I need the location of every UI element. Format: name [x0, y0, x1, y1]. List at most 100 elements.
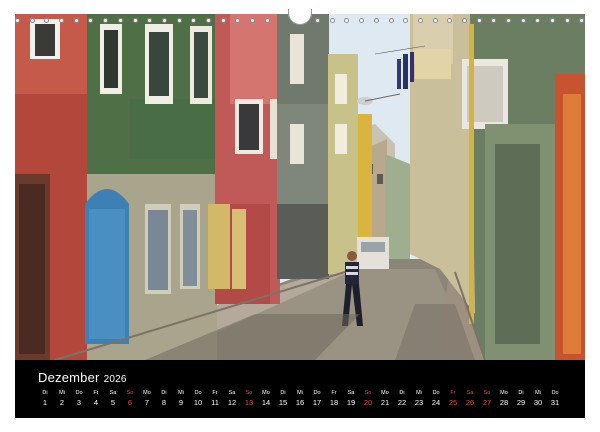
day-cell: Mo 21 — [377, 389, 393, 415]
day-number: 4 — [93, 398, 99, 407]
binding-ring-icon — [344, 17, 350, 23]
day-cell: Fr 25 — [445, 389, 461, 415]
day-cell: Mo 28 — [496, 389, 512, 415]
day-cell: Mo 14 — [258, 389, 274, 415]
day-number: 6 — [127, 398, 133, 407]
month-title: Dezember 2026 — [38, 370, 127, 385]
day-cell: Di 1 — [37, 389, 53, 415]
day-cell: Do 17 — [309, 389, 325, 415]
day-number: 9 — [178, 398, 184, 407]
day-number: 31 — [550, 398, 560, 407]
weekday-label: Fr — [212, 390, 218, 396]
weekday-label: Fr — [93, 390, 99, 396]
day-number: 18 — [329, 398, 339, 407]
weekday-label: Mi — [297, 390, 303, 396]
day-cell: Do 3 — [71, 389, 87, 415]
day-number: 28 — [499, 398, 509, 407]
weekday-label: Di — [42, 390, 48, 396]
month-name: Dezember — [38, 370, 100, 385]
day-number: 2 — [59, 398, 65, 407]
day-number: 30 — [533, 398, 543, 407]
day-number: 7 — [144, 398, 150, 407]
day-number: 12 — [227, 398, 237, 407]
binding-ring-icon — [264, 17, 270, 23]
binding-ring-icon — [205, 17, 211, 23]
weekday-label: Do — [432, 390, 440, 396]
binding-ring-icon — [29, 17, 35, 23]
day-cell: So 13 — [241, 389, 257, 415]
day-number: 29 — [516, 398, 526, 407]
calendar-strip: Dezember 2026 Di 1 Mi 2 Do 3 Fr 4 Sa 5 So 6 Mo 7 Di 8 Mi 9… — [15, 360, 585, 418]
weekday-label: Sa — [466, 390, 474, 396]
binding-ring-icon — [220, 17, 226, 23]
binding-ring-icon — [103, 17, 109, 23]
weekday-label: Sa — [228, 390, 236, 396]
binding-ring-icon — [191, 17, 197, 23]
binding-ring-icon — [432, 17, 438, 23]
day-cell: Di 29 — [513, 389, 529, 415]
day-number: 1 — [42, 398, 48, 407]
day-number: 27 — [482, 398, 492, 407]
day-number: 5 — [110, 398, 116, 407]
day-number: 25 — [448, 398, 458, 407]
binding-ring-icon — [476, 17, 482, 23]
days-row: Di 1 Mi 2 Do 3 Fr 4 Sa 5 So 6 Mo 7 Di 8 Mi 9 Do 10 Fr 11 Sa 12 S… — [37, 389, 563, 415]
binding-ring-icon — [491, 17, 497, 23]
weekday-label: Sa — [347, 390, 355, 396]
binding-ring-icon — [520, 17, 526, 23]
street-photo-icon — [15, 14, 585, 360]
weekday-label: Mi — [59, 390, 65, 396]
binding-ring-icon — [461, 17, 467, 23]
day-cell: Sa 19 — [343, 389, 359, 415]
day-cell: Mi 2 — [54, 389, 70, 415]
day-cell: Di 22 — [394, 389, 410, 415]
day-cell: Sa 26 — [462, 389, 478, 415]
weekday-label: Mo — [381, 390, 389, 396]
weekday-label: So — [364, 390, 372, 396]
binding-ring-icon — [329, 17, 335, 23]
binding-ring-icon — [250, 17, 255, 23]
binding-ring-icon — [388, 17, 394, 23]
day-number: 23 — [414, 398, 424, 407]
binding-ring-icon — [564, 17, 570, 23]
weekday-label: Sa — [109, 390, 117, 396]
day-cell: Fr 11 — [207, 389, 223, 415]
weekday-label: Do — [194, 390, 202, 396]
binding-ring-icon — [147, 17, 153, 23]
day-cell: Mi 9 — [173, 389, 189, 415]
weekday-label: Do — [313, 390, 321, 396]
weekday-label: Mi — [178, 390, 184, 396]
day-number: 16 — [295, 398, 305, 407]
binding-ring-icon — [417, 17, 423, 23]
weekday-label: Mo — [500, 390, 508, 396]
binding-ring-icon — [359, 17, 365, 23]
binding-ring-icon — [579, 17, 585, 23]
day-cell: Mo 7 — [139, 389, 155, 415]
weekday-label: Di — [161, 390, 167, 396]
day-number: 21 — [380, 398, 390, 407]
weekday-label: Fr — [331, 390, 337, 396]
day-cell: So 20 — [360, 389, 376, 415]
binding-ring-icon — [161, 17, 167, 23]
month-year: 2026 — [103, 374, 127, 385]
binding-ring-icon — [176, 17, 182, 23]
binding-ring-icon — [88, 17, 94, 23]
day-cell: Sa 5 — [105, 389, 121, 415]
weekday-label: Di — [518, 390, 524, 396]
day-cell: Fr 18 — [326, 389, 342, 415]
day-number: 26 — [465, 398, 475, 407]
day-cell: Do 24 — [428, 389, 444, 415]
day-cell: Do 10 — [190, 389, 206, 415]
day-cell: Mi 16 — [292, 389, 308, 415]
day-cell: So 27 — [479, 389, 495, 415]
day-number: 14 — [261, 398, 271, 407]
street-photo — [15, 14, 585, 360]
weekday-label: Mi — [416, 390, 422, 396]
day-number: 13 — [244, 398, 254, 407]
day-cell: So 6 — [122, 389, 138, 415]
weekday-label: Fr — [450, 390, 456, 396]
binding-ring-icon — [315, 17, 321, 23]
day-cell: Di 15 — [275, 389, 291, 415]
day-number: 24 — [431, 398, 441, 407]
day-number: 20 — [363, 398, 373, 407]
